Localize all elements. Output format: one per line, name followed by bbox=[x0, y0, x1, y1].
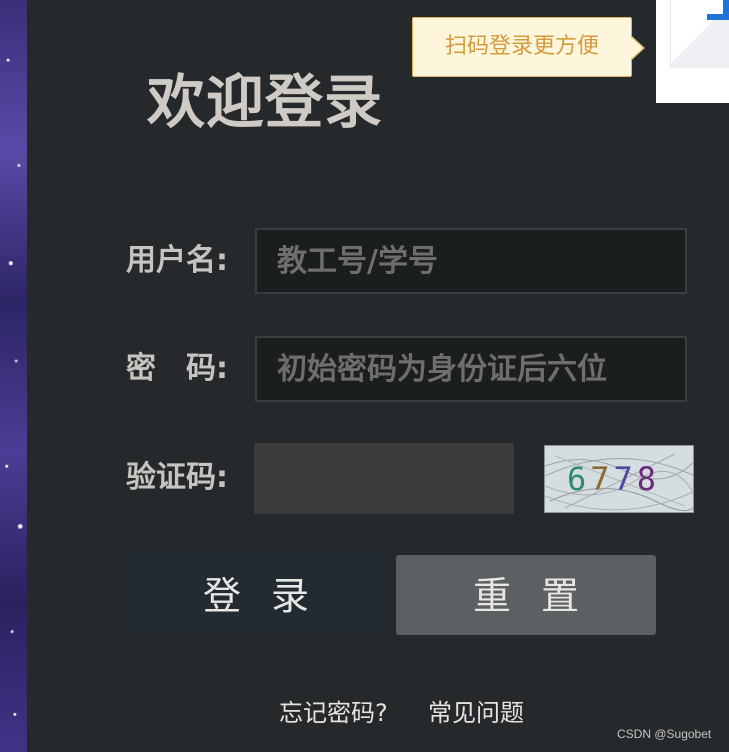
captcha-label: 验证码: bbox=[126, 460, 228, 495]
captcha-image[interactable]: 6778 bbox=[544, 445, 694, 513]
qr-login-tooltip: 扫码登录更方便 bbox=[412, 17, 645, 77]
password-label: 密 码: bbox=[126, 351, 228, 386]
qr-login-toggle[interactable] bbox=[656, 0, 729, 103]
captcha-code: 6778 bbox=[567, 460, 661, 498]
qr-code-icon bbox=[707, 0, 729, 20]
watermark: CSDN @Sugobet bbox=[617, 727, 712, 741]
page-title: 欢迎登录 bbox=[147, 68, 384, 136]
login-button[interactable]: 登录 bbox=[126, 555, 386, 635]
starry-background-strip bbox=[0, 0, 27, 752]
username-input[interactable] bbox=[255, 228, 687, 294]
reset-button[interactable]: 重置 bbox=[396, 555, 656, 635]
forgot-password-link[interactable]: 忘记密码? bbox=[279, 697, 388, 729]
captcha-input[interactable] bbox=[254, 443, 514, 514]
username-label: 用户名: bbox=[126, 243, 228, 278]
faq-link[interactable]: 常见问题 bbox=[428, 697, 524, 729]
password-input[interactable] bbox=[255, 336, 687, 402]
